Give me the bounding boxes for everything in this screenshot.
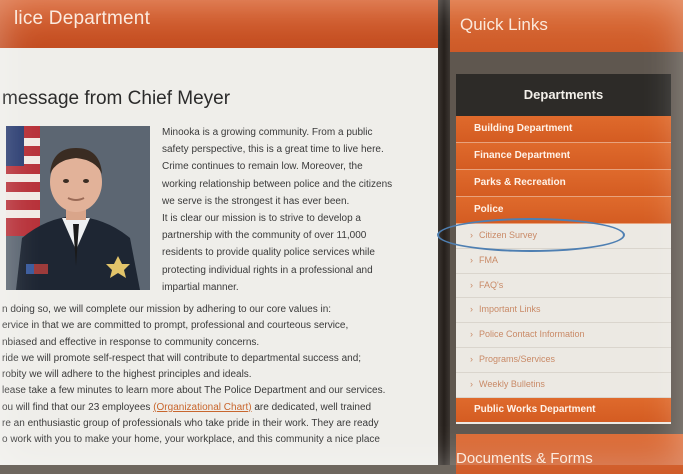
departments-panel: Departments Building Department Finance … bbox=[456, 74, 671, 424]
quick-links-title: Quick Links bbox=[460, 15, 548, 34]
nav-parks-recreation[interactable]: Parks & Recreation bbox=[456, 170, 671, 197]
chevron-right-icon: › bbox=[470, 378, 473, 389]
chevron-right-icon: › bbox=[470, 329, 473, 340]
sub-item-label: FAQ's bbox=[479, 279, 504, 290]
sub-item-label: Citizen Survey bbox=[479, 230, 538, 240]
sub-item-label: FMA bbox=[479, 254, 498, 265]
departments-header[interactable]: Departments bbox=[456, 74, 671, 116]
nav-police[interactable]: Police bbox=[456, 197, 671, 224]
sub-item-label: Weekly Bulletins bbox=[479, 378, 545, 389]
documents-forms-banner: Documents & Forms bbox=[456, 434, 683, 474]
nav-finance-department[interactable]: Finance Department bbox=[456, 143, 671, 170]
main-content: lice Department message from Chief Meyer bbox=[0, 0, 438, 465]
department-title: lice Department bbox=[14, 8, 151, 29]
sub-item-label: Police Contact Information bbox=[479, 329, 585, 340]
documents-forms-title: Documents & Forms bbox=[456, 450, 593, 467]
department-banner: lice Department bbox=[0, 0, 438, 48]
chevron-right-icon: › bbox=[470, 230, 473, 240]
nav-citizen-survey[interactable]: › Citizen Survey bbox=[456, 224, 671, 249]
column-divider bbox=[438, 0, 450, 465]
nav-programs-services[interactable]: › Programs/Services bbox=[456, 348, 671, 373]
nav-fma[interactable]: › FMA bbox=[456, 249, 671, 274]
nav-weekly-bulletins[interactable]: › Weekly Bulletins bbox=[456, 373, 671, 398]
body-line: ervice in that we are committed to promp… bbox=[2, 320, 349, 332]
body-line: o work with you to make your home, your … bbox=[2, 434, 380, 446]
nav-building-department[interactable]: Building Department bbox=[456, 116, 671, 143]
org-chart-link[interactable]: (Organizational Chart) bbox=[153, 402, 251, 413]
body-line-with-link: ou will find that our 23 employees (Orga… bbox=[2, 400, 434, 416]
sub-item-label: Programs/Services bbox=[479, 353, 556, 364]
intro-line: It is clear our mission is to strive to … bbox=[162, 213, 361, 225]
body-line: robity we will adhere to the highest pri… bbox=[2, 369, 252, 381]
message-title: message from Chief Meyer bbox=[2, 88, 231, 109]
body-line-text: ou will find that our 23 employees bbox=[2, 401, 151, 413]
nav-police-contact-information[interactable]: › Police Contact Information bbox=[456, 323, 671, 348]
intro-line: impartial manner. bbox=[162, 281, 239, 293]
intro-line: working relationship between police and … bbox=[162, 178, 393, 190]
intro-line: protecting individual rights in a profes… bbox=[162, 264, 373, 276]
intro-line: Minooka is a growing community. From a p… bbox=[162, 127, 373, 138]
nav-faqs[interactable]: › FAQ's bbox=[456, 274, 671, 299]
sidebar: Quick Links Departments Building Departm… bbox=[450, 0, 683, 474]
quick-links-banner: Quick Links bbox=[450, 0, 683, 52]
intro-line: Crime continues to remain low. Moreover,… bbox=[162, 161, 363, 173]
body-line: re an enthusiastic group of professional… bbox=[2, 418, 379, 430]
chevron-right-icon: › bbox=[470, 353, 473, 364]
nav-public-works-department[interactable]: Public Works Department bbox=[456, 397, 671, 422]
chevron-right-icon: › bbox=[470, 279, 473, 290]
chevron-right-icon: › bbox=[470, 304, 473, 315]
intro-paragraph: Minooka is a growing community. From a p… bbox=[162, 124, 432, 296]
body-line: nbiased and effective in response to com… bbox=[2, 336, 260, 348]
nav-important-links[interactable]: › Important Links bbox=[456, 298, 671, 324]
body-line: lease take a few minutes to learn more a… bbox=[2, 385, 386, 397]
chief-photo bbox=[6, 126, 150, 290]
intro-line: we serve is the strongest it has ever be… bbox=[162, 195, 350, 207]
intro-line: partnership with the community of over 1… bbox=[162, 230, 367, 242]
intro-line: safety perspective, this is a great time… bbox=[162, 144, 384, 156]
body-line: n doing so, we will complete our mission… bbox=[2, 304, 332, 315]
body-line: ride we will promote self-respect that w… bbox=[2, 352, 362, 364]
body-paragraph: n doing so, we will complete our mission… bbox=[2, 302, 434, 449]
intro-line: residents to provide quality police serv… bbox=[162, 247, 375, 259]
body-line-suffix: are dedicated, well trained bbox=[251, 401, 372, 413]
sub-item-label: Important Links bbox=[479, 304, 541, 315]
chevron-right-icon: › bbox=[470, 254, 473, 265]
